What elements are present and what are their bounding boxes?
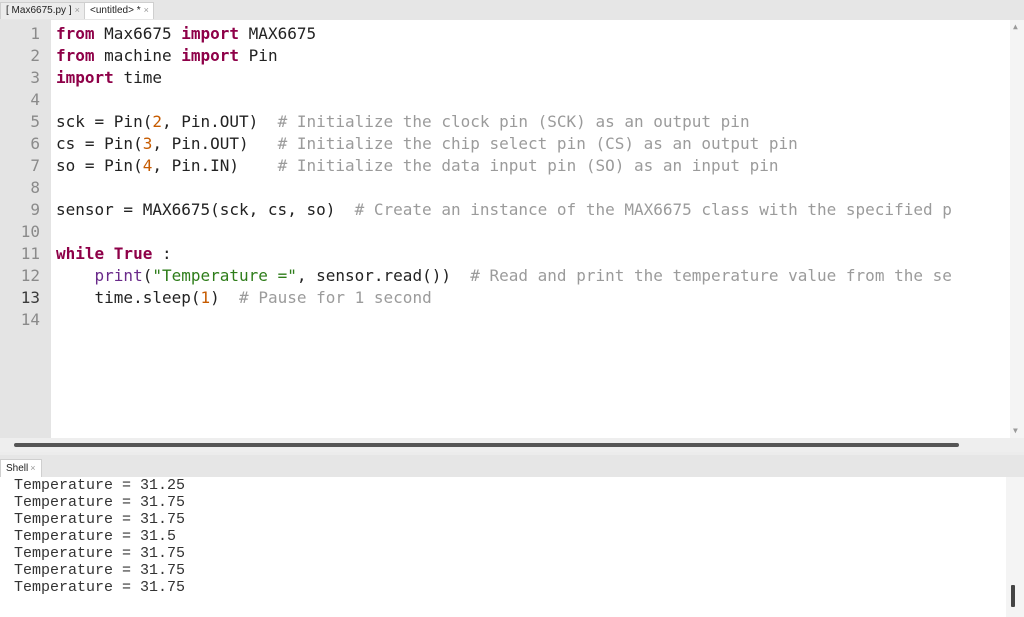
code-line[interactable]: sck = Pin(2, Pin.OUT) # Initialize the c… [56, 111, 750, 133]
keyword-token: import [56, 68, 124, 87]
line-number: 8 [30, 178, 40, 197]
code-token: time.sleep( [56, 288, 201, 307]
string-token: "Temperature =" [152, 266, 297, 285]
code-token: MAX6675 [248, 24, 317, 43]
code-line[interactable]: from Max6675 import MAX6675 [56, 23, 316, 45]
editor-vertical-scrollbar[interactable]: ▲ ▼ [1010, 20, 1024, 438]
code-line[interactable]: sensor = MAX6675(sck, cs, so) # Create a… [56, 199, 952, 221]
number-token: 2 [152, 112, 162, 131]
line-number: 14 [20, 310, 40, 329]
line-number: 2 [30, 46, 40, 65]
editor-horizontal-scrollbar[interactable] [0, 438, 1024, 452]
code-line[interactable]: from machine import Pin [56, 45, 278, 67]
code-line[interactable]: print("Temperature =", sensor.read()) # … [56, 265, 952, 287]
line-number: 10 [20, 222, 40, 241]
code-token: : [161, 244, 172, 263]
scroll-down-icon[interactable]: ▼ [1013, 426, 1018, 435]
keyword-token: import [181, 46, 249, 65]
line-number: 1 [30, 24, 40, 43]
line-number: 12 [20, 266, 40, 285]
tab-untitled[interactable]: <untitled> * × [84, 2, 154, 19]
code-token: ) [210, 288, 240, 307]
scrollbar-thumb[interactable] [14, 443, 959, 447]
comment-token: # Initialize the chip select pin (CS) as… [277, 134, 798, 153]
shell-output-line: Temperature = 31.5 [14, 528, 177, 545]
code-token: , Pin.IN) [152, 156, 278, 175]
tab-label: <untitled> * [90, 5, 141, 16]
shell-output-line: Temperature = 31.75 [14, 562, 186, 579]
code-token: machine [104, 46, 182, 65]
code-line[interactable]: so = Pin(4, Pin.IN) # Initialize the dat… [56, 155, 778, 177]
line-number: 4 [30, 90, 40, 109]
comment-token: # Pause for 1 second [239, 288, 432, 307]
line-number: 6 [30, 134, 40, 153]
number-token: 3 [142, 134, 153, 153]
code-editor[interactable]: 1 2 3 4 5 6 7 8 9 10 11 12 13 14 from Max6675 import … [0, 20, 1010, 438]
tab-shell[interactable]: Shell × [0, 459, 42, 477]
keyword-token: True [113, 244, 162, 263]
keyword-token: import [181, 24, 249, 43]
shell-output[interactable]: Temperature = 31.25 Temperature = 31.75 Te… [0, 477, 1006, 617]
shell-output-line: Temperature = 31.25 [14, 477, 186, 494]
scrollbar-thumb[interactable] [1011, 585, 1015, 607]
number-token: 4 [142, 156, 153, 175]
code-token: , Pin.OUT) [161, 112, 278, 131]
code-token: Pin [248, 46, 278, 65]
comment-token: # Create an instance of the MAX6675 clas… [354, 200, 952, 219]
code-line[interactable]: while True : [56, 243, 172, 265]
close-icon[interactable]: × [30, 463, 35, 473]
code-token: sensor = MAX6675(sck, cs, so) [56, 200, 355, 219]
shell-tab-bar: Shell × [0, 455, 1024, 477]
code-token: so = Pin( [56, 156, 143, 175]
line-number-gutter: 1 2 3 4 5 6 7 8 9 10 11 12 13 14 [0, 20, 51, 438]
shell-output-line: Temperature = 31.75 [14, 511, 186, 528]
code-line[interactable]: cs = Pin(3, Pin.OUT) # Initialize the ch… [56, 133, 798, 155]
keyword-token: from [56, 46, 105, 65]
code-line[interactable]: time.sleep(1) # Pause for 1 second [56, 287, 432, 309]
keyword-token: while [56, 244, 114, 263]
keyword-token: from [56, 24, 105, 43]
line-number: 7 [30, 156, 40, 175]
line-number: 5 [30, 112, 40, 131]
close-icon[interactable]: × [144, 5, 149, 15]
tab-label: [ Max6675.py ] [6, 5, 72, 16]
line-number: 3 [30, 68, 40, 87]
line-number: 13 [20, 288, 40, 307]
shell-vertical-scrollbar[interactable] [1006, 477, 1024, 617]
editor-tab-bar: [ Max6675.py ] × <untitled> * × [0, 0, 1024, 20]
comment-token: # Read and print the temperature value f… [470, 266, 952, 285]
close-icon[interactable]: × [75, 5, 80, 15]
code-token: cs = Pin( [56, 134, 143, 153]
tab-label: Shell [6, 463, 29, 474]
line-number: 11 [20, 244, 40, 263]
shell-output-line: Temperature = 31.75 [14, 494, 186, 511]
shell-output-line: Temperature = 31.75 [14, 545, 186, 562]
code-token: Max6675 [104, 24, 182, 43]
code-line[interactable]: import time [56, 67, 162, 89]
comment-token: # Initialize the clock pin (SCK) as an o… [277, 112, 750, 131]
tab-max6675-py[interactable]: [ Max6675.py ] × [0, 2, 85, 19]
code-token: sck = Pin( [56, 112, 153, 131]
scroll-up-icon[interactable]: ▲ [1013, 22, 1018, 31]
code-token: , Pin.OUT) [152, 134, 278, 153]
code-token: , sensor.read()) [296, 266, 471, 285]
code-token: time [123, 68, 162, 87]
comment-token: # Initialize the data input pin (SO) as … [277, 156, 779, 175]
number-token: 1 [200, 288, 211, 307]
line-number: 9 [30, 200, 40, 219]
code-area[interactable]: from Max6675 import MAX6675 from machine … [56, 20, 1010, 438]
code-token: ( [142, 266, 153, 285]
shell-output-line: Temperature = 31.75 [14, 579, 186, 596]
builtin-token: print [94, 266, 143, 285]
